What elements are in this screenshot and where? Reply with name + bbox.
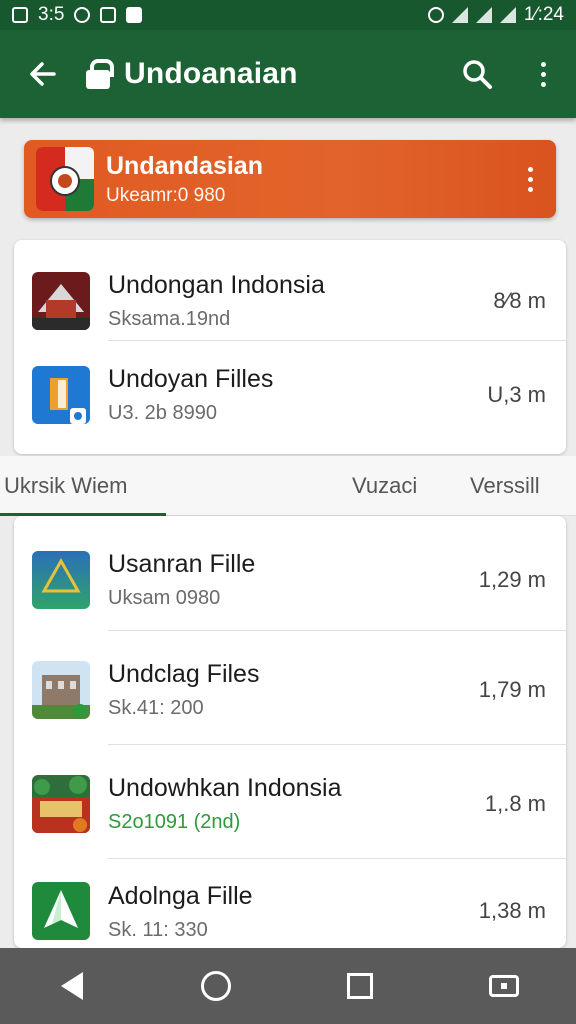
notification-icon xyxy=(12,7,28,23)
file-size: 1,.8 m xyxy=(484,791,546,816)
file-size: 1,38 m xyxy=(478,898,546,923)
banner-subtitle: Ukeamr:0 980 xyxy=(106,184,226,206)
overflow-menu-button[interactable] xyxy=(510,30,576,118)
tab-bar: Ukrsik Wiem Vuzaci Verssill xyxy=(0,456,576,516)
tab-recent-view[interactable]: Ukrsik Wiem xyxy=(0,456,166,516)
file-size: 1,29 m xyxy=(478,567,546,592)
nav-recents-button[interactable] xyxy=(320,948,400,1024)
file-name: Undoyan Filles xyxy=(108,365,274,393)
nav-home-button[interactable] xyxy=(176,948,256,1024)
file-size: 1,79 m xyxy=(478,677,546,702)
list-item[interactable]: Undongan Indonsia Sksama.19nd 8⁄8 m xyxy=(14,256,566,346)
file-name: Usanran Fille xyxy=(108,550,256,578)
recent-card: Undongan Indonsia Sksama.19nd 8⁄8 m Undo… xyxy=(14,240,566,454)
banner-title: Undandasian xyxy=(106,151,263,180)
file-thumbnail xyxy=(32,775,90,833)
file-thumbnail xyxy=(32,272,90,330)
banner-more-button[interactable] xyxy=(504,140,556,218)
nav-keyboard-button[interactable] xyxy=(464,948,544,1024)
more-vert-icon xyxy=(540,61,546,87)
photo-icon xyxy=(100,7,117,23)
tab-label: Verssill xyxy=(470,473,540,498)
file-size: 8⁄8 m xyxy=(493,288,546,313)
list-item[interactable]: Undowhkan Indonsia S2o1091 (2nd) 1,.8 m xyxy=(14,750,566,858)
lock-icon xyxy=(86,59,114,89)
download-icon xyxy=(126,7,143,23)
file-meta: Sk.41: 200 xyxy=(108,697,204,719)
circle-home-icon xyxy=(201,971,231,1001)
more-vert-icon xyxy=(527,166,533,192)
status-bar: 3:5 1⁄:24 xyxy=(0,0,576,30)
nav-back-button[interactable] xyxy=(32,948,112,1024)
file-thumbnail xyxy=(32,366,90,424)
divider xyxy=(108,744,566,745)
arrow-left-icon xyxy=(30,62,56,86)
file-meta: S2o1091 (2nd) xyxy=(108,811,241,833)
file-meta: U3. 2b 8990 xyxy=(108,402,217,424)
signal-icon xyxy=(475,7,492,23)
file-meta: Sksama.19nd xyxy=(108,308,231,330)
status-time-left: 3:5 xyxy=(38,4,65,25)
list-item[interactable]: Undoyan Filles U3. 2b 8990 U,3 m xyxy=(14,350,566,440)
file-thumbnail xyxy=(32,661,90,719)
divider xyxy=(108,858,566,859)
files-card: Usanran Fille Uksam 0980 1,29 m Undclag … xyxy=(14,516,566,948)
tab-size[interactable]: Vuzaci xyxy=(352,456,417,516)
search-icon xyxy=(463,60,492,89)
list-item[interactable]: Undclag Files Sk.41: 200 1,79 m xyxy=(14,636,566,744)
keyboard-icon xyxy=(489,975,519,997)
divider xyxy=(108,340,566,341)
status-time-right: 1⁄:24 xyxy=(523,4,564,25)
file-size: U,3 m xyxy=(487,382,546,407)
file-name: Undowhkan Indonsia xyxy=(108,774,342,802)
tab-version[interactable]: Verssill xyxy=(470,456,540,516)
back-button[interactable] xyxy=(0,30,86,118)
triangle-back-icon xyxy=(61,972,83,1000)
file-meta: Uksam 0980 xyxy=(108,587,221,609)
tab-label: Ukrsik Wiem xyxy=(4,473,128,498)
list-item[interactable]: Usanran Fille Uksam 0980 1,29 m xyxy=(14,530,566,630)
banner-logo xyxy=(36,147,94,211)
alarm-icon xyxy=(427,7,444,23)
file-name: Adolnga Fille xyxy=(108,882,253,910)
file-name: Undclag Files xyxy=(108,660,260,688)
featured-banner[interactable]: Undandasian Ukeamr:0 980 xyxy=(24,140,556,218)
file-meta: Sk. 11: 330 xyxy=(108,919,208,941)
list-item[interactable]: Adolnga Fille Sk. 11: 330 1,38 m xyxy=(14,864,566,948)
search-button[interactable] xyxy=(444,30,510,118)
sync-icon xyxy=(74,7,91,23)
tab-label: Vuzaci xyxy=(352,473,418,498)
page-title: Undoanaian xyxy=(124,57,298,90)
app-bar: Undoanaian xyxy=(0,30,576,118)
signal-icon-2 xyxy=(499,7,516,23)
square-recents-icon xyxy=(347,973,373,999)
divider xyxy=(108,630,566,631)
file-thumbnail xyxy=(32,882,90,940)
system-nav-bar xyxy=(0,948,576,1024)
wifi-icon xyxy=(451,7,468,23)
file-name: Undongan Indonsia xyxy=(108,271,325,299)
file-thumbnail xyxy=(32,551,90,609)
